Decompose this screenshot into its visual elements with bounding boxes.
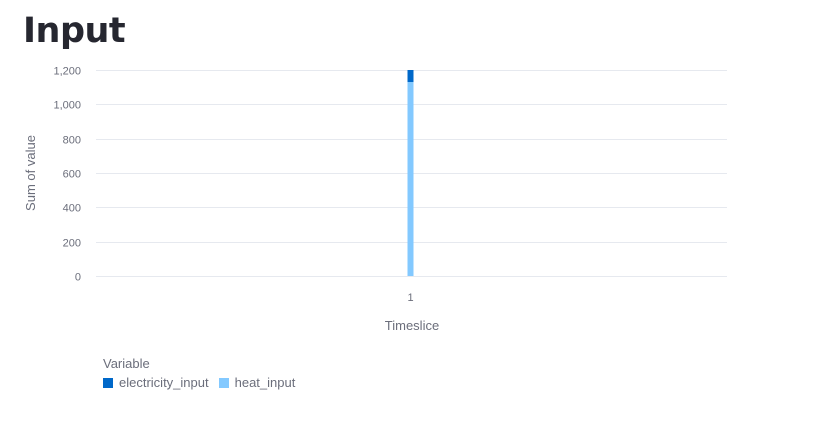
y-tick-label: 1,000 (53, 100, 81, 112)
legend-label-heat-input: heat_input (234, 375, 296, 390)
y-tick-label: 0 (75, 272, 81, 284)
y-tick-label: 200 (63, 238, 81, 250)
y-tick-label: 1,200 (53, 66, 81, 78)
legend-items: electricity_input heat_input (103, 375, 295, 390)
legend-swatch-electricity-input (103, 377, 113, 388)
x-axis-title: Timeslice (385, 318, 439, 333)
legend-title: Variable (103, 356, 150, 371)
legend-label-electricity-input: electricity_input (119, 375, 209, 390)
bar-heat-input (407, 82, 414, 277)
legend-item-heat-input[interactable]: heat_input (218, 375, 296, 390)
y-axis-title: Sum of value (23, 135, 38, 211)
stacked-bar-chart: 0 200 400 600 800 1,000 1,200 1 Timeslice Sum of … (23, 66, 727, 333)
legend-swatch-heat-input (218, 377, 229, 388)
legend: Variable electricity_input heat_input (103, 356, 295, 390)
y-tick-label: 600 (63, 169, 81, 181)
y-tick-label: 400 (63, 203, 81, 215)
bar-electricity-input (407, 70, 414, 83)
y-tick-label: 800 (63, 135, 81, 147)
legend-item-electricity-input[interactable]: electricity_input (103, 375, 209, 390)
x-tick-label: 1 (407, 292, 413, 304)
